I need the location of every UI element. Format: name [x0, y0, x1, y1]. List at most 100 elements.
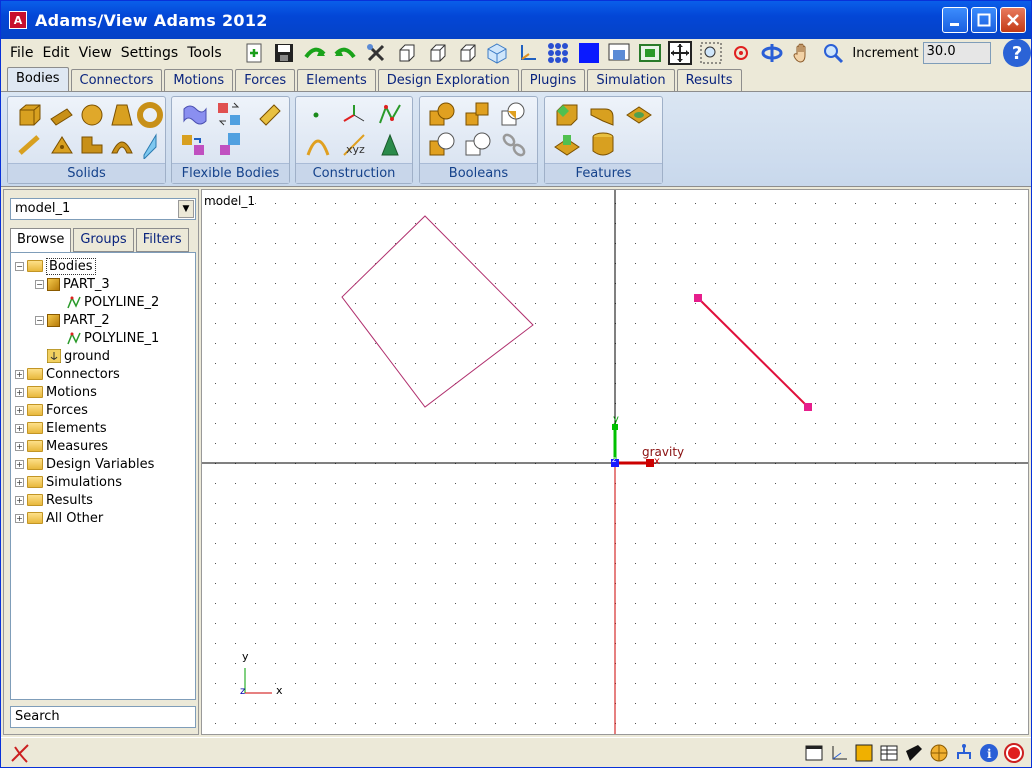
swap-flex-rigid-icon[interactable]	[216, 101, 244, 129]
save-button[interactable]	[271, 40, 296, 66]
tab-groups[interactable]: Groups	[73, 228, 134, 252]
viewport-canvas[interactable]: y x z gravity y x z	[202, 190, 1028, 734]
polyline-1-line[interactable]	[697, 297, 809, 408]
status-stop-button[interactable]	[1003, 742, 1025, 764]
new-model-button[interactable]	[241, 40, 266, 66]
status-info-button[interactable]: i	[978, 742, 1000, 764]
tab-forces[interactable]: Forces	[235, 69, 296, 91]
flexible-body-icon[interactable]	[180, 101, 208, 129]
tab-plugins[interactable]: Plugins	[520, 69, 586, 91]
tab-motions[interactable]: Motions	[164, 69, 234, 91]
search-input[interactable]: Search	[10, 706, 196, 728]
status-tool-icon[interactable]	[9, 742, 31, 764]
window-layout-button[interactable]	[607, 40, 632, 66]
expand-icon[interactable]: +	[15, 513, 24, 523]
tree-node-polyline1[interactable]: POLYLINE_1	[67, 329, 159, 347]
revolution-solid-icon[interactable]	[108, 131, 136, 159]
extrusion-solid-icon[interactable]	[78, 131, 106, 159]
marker-icon[interactable]	[340, 101, 368, 129]
status-table-button[interactable]	[878, 742, 900, 764]
view-side-button[interactable]	[454, 40, 479, 66]
status-network-button[interactable]	[953, 742, 975, 764]
status-render-button[interactable]	[928, 742, 950, 764]
tree-node-part2[interactable]: − PART_2	[35, 311, 110, 329]
merge-icon[interactable]	[464, 101, 492, 129]
union-icon[interactable]	[428, 101, 456, 129]
status-triad-button[interactable]	[828, 742, 850, 764]
redo-button[interactable]	[332, 40, 357, 66]
chamfer-icon[interactable]	[553, 101, 581, 129]
tab-simulation[interactable]: Simulation	[587, 69, 675, 91]
expand-icon[interactable]: +	[15, 423, 24, 433]
center-button[interactable]	[729, 40, 754, 66]
box-solid-icon[interactable]	[16, 101, 44, 129]
point-icon[interactable]	[304, 101, 332, 129]
chain-icon[interactable]	[500, 131, 528, 159]
tree-node-ground[interactable]: ground	[47, 347, 110, 365]
chevron-down-icon[interactable]: ▼	[178, 200, 194, 218]
tree-node-polyline2[interactable]: POLYLINE_2	[67, 293, 159, 311]
status-window-button[interactable]	[803, 742, 825, 764]
expand-icon[interactable]: +	[15, 369, 24, 379]
expand-icon[interactable]: +	[15, 387, 24, 397]
fillet-icon[interactable]	[589, 101, 617, 129]
tab-filters[interactable]: Filters	[135, 228, 189, 252]
frustum-solid-icon[interactable]	[108, 101, 136, 129]
boss-icon[interactable]	[553, 131, 581, 159]
tab-results[interactable]: Results	[676, 69, 742, 91]
cut-icon[interactable]	[428, 131, 456, 159]
status-color-button[interactable]	[853, 742, 875, 764]
rigid-to-flex-icon[interactable]	[256, 101, 284, 129]
menu-file[interactable]: File	[10, 45, 33, 61]
collapse-icon[interactable]: −	[15, 261, 24, 271]
graphics-viewport[interactable]: model_1 y x z gravity y x z	[201, 189, 1029, 735]
tree-node-all-other[interactable]: + All Other	[15, 509, 103, 527]
dummy-body-icon[interactable]	[376, 131, 404, 159]
view-iso-button[interactable]	[485, 40, 510, 66]
tab-elements[interactable]: Elements	[297, 69, 376, 91]
expand-icon[interactable]: +	[15, 405, 24, 415]
tab-connectors[interactable]: Connectors	[70, 69, 163, 91]
render-mode-button[interactable]	[546, 40, 571, 66]
maximize-button[interactable]	[971, 7, 997, 33]
increment-input[interactable]: 30.0	[922, 42, 992, 64]
tree-node-forces[interactable]: + Forces	[15, 401, 88, 419]
model-selector[interactable]: model_1 ▼	[10, 198, 196, 220]
pan-button[interactable]	[789, 40, 814, 66]
menu-edit[interactable]: Edit	[42, 45, 69, 61]
spline-xyz-icon[interactable]: xyz	[340, 131, 368, 159]
help-button[interactable]: ?	[1003, 39, 1031, 67]
shell-icon[interactable]	[589, 131, 617, 159]
cylinder-solid-icon[interactable]	[48, 101, 76, 129]
plate-solid-icon[interactable]	[48, 131, 76, 159]
tab-browse[interactable]: Browse	[10, 228, 72, 252]
zoom-box-button[interactable]	[698, 40, 723, 66]
polyline-2-square[interactable]	[341, 215, 534, 408]
sphere-solid-icon[interactable]	[78, 101, 106, 129]
view-top-button[interactable]	[424, 40, 449, 66]
tab-design-exploration[interactable]: Design Exploration	[377, 69, 519, 91]
tree-node-motions[interactable]: + Motions	[15, 383, 97, 401]
title-bar[interactable]: A Adams/View Adams 2012	[1, 1, 1031, 39]
intersect-icon[interactable]	[500, 101, 528, 129]
rotate-button[interactable]	[759, 40, 784, 66]
menu-view[interactable]: View	[79, 45, 112, 61]
polyline-1-end-marker[interactable]	[804, 403, 812, 411]
tree-node-simulations[interactable]: + Simulations	[15, 473, 122, 491]
tree-node-measures[interactable]: + Measures	[15, 437, 108, 455]
arc-icon[interactable]	[304, 131, 332, 159]
tree-node-connectors[interactable]: + Connectors	[15, 365, 120, 383]
menu-tools[interactable]: Tools	[187, 45, 222, 61]
zoom-extents-button[interactable]	[668, 40, 693, 66]
link-solid-icon[interactable]	[16, 131, 44, 159]
undo-button[interactable]	[302, 40, 327, 66]
torus-solid-icon[interactable]	[136, 101, 164, 129]
expand-icon[interactable]: +	[15, 459, 24, 469]
tree-node-bodies[interactable]: − Bodies	[15, 257, 96, 275]
status-shading-button[interactable]	[903, 742, 925, 764]
plane-solid-icon[interactable]	[136, 131, 164, 159]
expand-icon[interactable]: +	[15, 477, 24, 487]
close-button[interactable]	[1000, 7, 1026, 33]
tree-node-part3[interactable]: − PART_3	[35, 275, 110, 293]
color-button[interactable]	[576, 40, 601, 66]
